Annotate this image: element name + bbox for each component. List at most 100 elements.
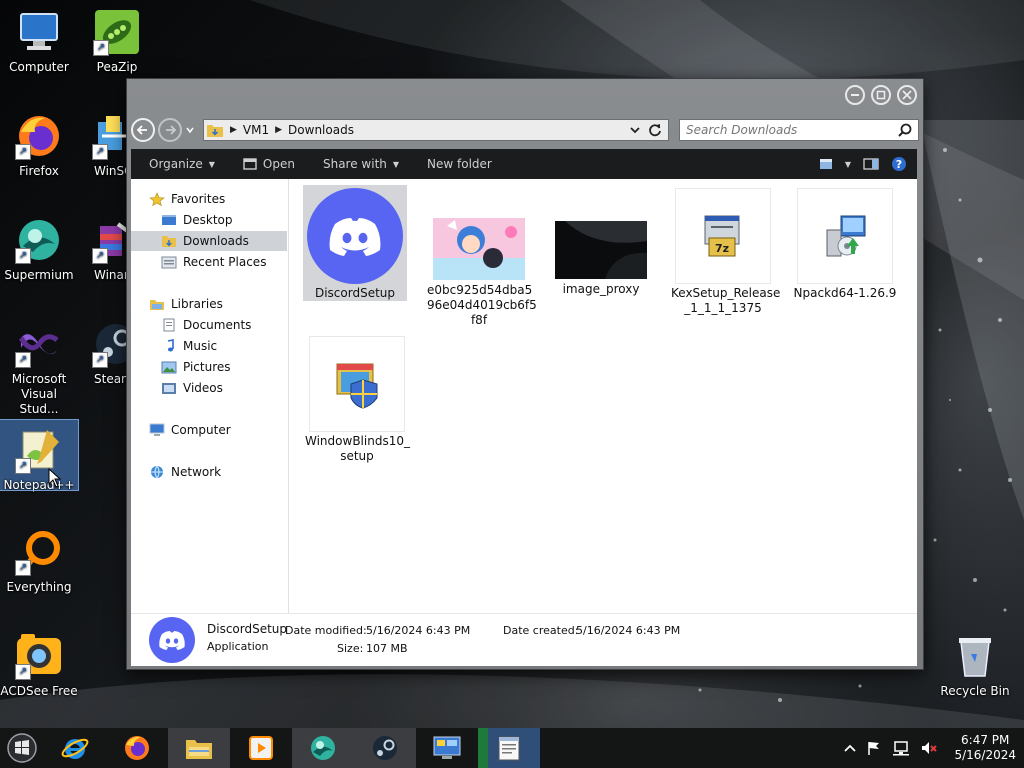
minimize-button[interactable] [845, 85, 865, 105]
nav-recent-places[interactable]: Recent Places [161, 252, 266, 272]
clock[interactable]: 6:47 PM 5/16/2024 [954, 733, 1016, 763]
volume-muted-icon[interactable] [920, 740, 938, 756]
7zip-installer-icon: 7z [675, 188, 771, 284]
desktop-icon-recycle-bin[interactable]: Recycle Bin [936, 626, 1014, 702]
mouse-cursor-icon [48, 468, 62, 488]
maximize-button[interactable] [871, 85, 891, 105]
breadcrumb-vm1[interactable]: VM1 [243, 123, 269, 137]
view-controls: ▼ ? [819, 156, 907, 172]
system-tray: 6:47 PM 5/16/2024 [844, 733, 1016, 763]
npackd-installer-icon [797, 188, 893, 284]
downloads-folder-icon [162, 236, 176, 247]
firefox-icon [125, 736, 149, 760]
taskbar-notepad[interactable] [478, 728, 540, 768]
view-dropdown-icon[interactable]: ▼ [845, 160, 851, 169]
change-view-icon[interactable] [819, 158, 833, 170]
taskbar-supermium[interactable] [292, 728, 354, 768]
notepadpp-icon: ↗ [15, 426, 63, 474]
close-button[interactable] [897, 85, 917, 105]
address-bar[interactable]: ▶ VM1 ▶ Downloads [203, 119, 669, 141]
acdsee-icon: ↗ [15, 632, 63, 680]
file-item-windowblinds[interactable]: WindowBlinds10_ setup [305, 333, 410, 463]
desktop-icon-acdsee[interactable]: ↗ ACDSee Free [0, 626, 78, 702]
nav-music[interactable]: Music [161, 336, 217, 356]
discord-icon [149, 617, 195, 663]
help-icon[interactable]: ? [891, 156, 907, 172]
taskbar-file-explorer[interactable] [168, 728, 230, 768]
nav-documents[interactable]: Documents [161, 315, 251, 335]
new-folder-button[interactable]: New folder [413, 157, 506, 171]
navigation-pane: Favorites Desktop Downloads Recent Place… [131, 179, 289, 613]
videos-icon [162, 383, 176, 394]
taskbar-control-panel[interactable] [416, 728, 478, 768]
shortcut-arrow-icon: ↗ [15, 560, 31, 576]
winrar-icon: ↗ [92, 216, 128, 264]
pictures-icon [161, 361, 177, 374]
desktop-icon-everything[interactable]: ↗ Everything [0, 522, 78, 598]
image-thumbnail-cartoon-icon [431, 217, 527, 281]
caret-down-icon: ▼ [208, 159, 215, 169]
show-hidden-icons-chevron-icon[interactable] [844, 743, 857, 753]
desktop-folder-icon [162, 215, 176, 225]
breadcrumb-separator-icon: ▶ [230, 125, 237, 135]
nav-desktop[interactable]: Desktop [161, 210, 233, 230]
desktop-icon-notepadpp[interactable]: ↗ Notepad++ [0, 419, 79, 492]
star-icon [149, 192, 165, 206]
desktop-icon-steam[interactable]: ↗ Stean [78, 314, 128, 390]
desktop-icon-peazip[interactable]: ↗ PeaZip [78, 2, 156, 78]
desktop-icon-label: Stean [94, 372, 128, 386]
close-icon [902, 90, 912, 100]
desktop-icon-computer[interactable]: Computer [0, 2, 78, 78]
desktop-icon-winrar[interactable]: ↗ Winar [78, 210, 128, 286]
file-item-npackd[interactable]: Npackd64-1.26.9 [793, 185, 897, 301]
nav-label: Libraries [171, 297, 223, 311]
desktop-icon-label: Computer [9, 60, 69, 74]
search-box[interactable] [679, 119, 919, 141]
taskbar-media-player[interactable] [230, 728, 292, 768]
shortcut-arrow-icon: ↗ [15, 248, 31, 264]
desktop-icon-winscp[interactable]: ↗ WinSC [78, 106, 128, 182]
file-name: Npackd64-1.26.9 [793, 286, 897, 300]
nav-pictures[interactable]: Pictures [161, 357, 231, 377]
nav-downloads[interactable]: Downloads [131, 231, 287, 251]
action-center-flag-icon[interactable] [866, 740, 882, 756]
nav-label: Computer [171, 423, 231, 437]
address-dropdown-icon[interactable] [630, 125, 640, 135]
refresh-icon[interactable] [648, 123, 662, 137]
nav-label: Desktop [183, 213, 233, 227]
nav-videos[interactable]: Videos [161, 378, 223, 398]
file-item-e0bc925d[interactable]: e0bc925d54dba5 96e04d4019cb6f5 f8f [427, 213, 537, 329]
share-with-button[interactable]: Share with ▼ [309, 157, 413, 171]
taskbar-firefox[interactable] [106, 728, 168, 768]
file-item-kexsetup[interactable]: 7z KexSetup_Release _1_1_1_1375 [671, 185, 780, 315]
control-panel-icon [433, 736, 461, 759]
supermium-icon [311, 736, 335, 760]
taskbar-internet-explorer[interactable] [44, 728, 106, 768]
open-button[interactable]: Open [229, 157, 309, 171]
network-tray-icon[interactable] [892, 740, 910, 756]
breadcrumb-downloads[interactable]: Downloads [288, 123, 354, 137]
back-button[interactable] [131, 118, 155, 142]
recent-locations-chevron-icon[interactable] [185, 125, 195, 135]
nav-network[interactable]: Network [149, 462, 221, 482]
minimize-icon [851, 94, 859, 96]
organize-button[interactable]: Organize ▼ [131, 157, 229, 171]
nav-computer[interactable]: Computer [149, 420, 231, 440]
file-item-image-proxy[interactable]: image_proxy [549, 217, 653, 303]
forward-button[interactable] [158, 118, 182, 142]
file-item-discordsetup[interactable]: DiscordSetup [303, 185, 407, 301]
search-icon[interactable] [898, 123, 912, 137]
desktop-icon-supermium[interactable]: ↗ Supermium [0, 210, 78, 286]
nav-favorites[interactable]: Favorites [149, 189, 225, 209]
start-button[interactable] [0, 728, 44, 768]
nav-libraries[interactable]: Libraries [149, 294, 223, 314]
steam-icon: ↗ [92, 320, 128, 368]
discord-icon [307, 188, 403, 284]
preview-pane-icon[interactable] [863, 158, 879, 170]
desktop-icon-visual-studio[interactable]: ↗ Microsoft Visual Stud... [0, 314, 78, 416]
desktop-icon-firefox[interactable]: ↗ Firefox [0, 106, 78, 182]
search-input[interactable] [680, 122, 898, 138]
details-date-created-label: Date created: [503, 624, 579, 637]
taskbar-steam[interactable] [354, 728, 416, 768]
desktop-icon-label: ACDSee Free [0, 684, 78, 698]
